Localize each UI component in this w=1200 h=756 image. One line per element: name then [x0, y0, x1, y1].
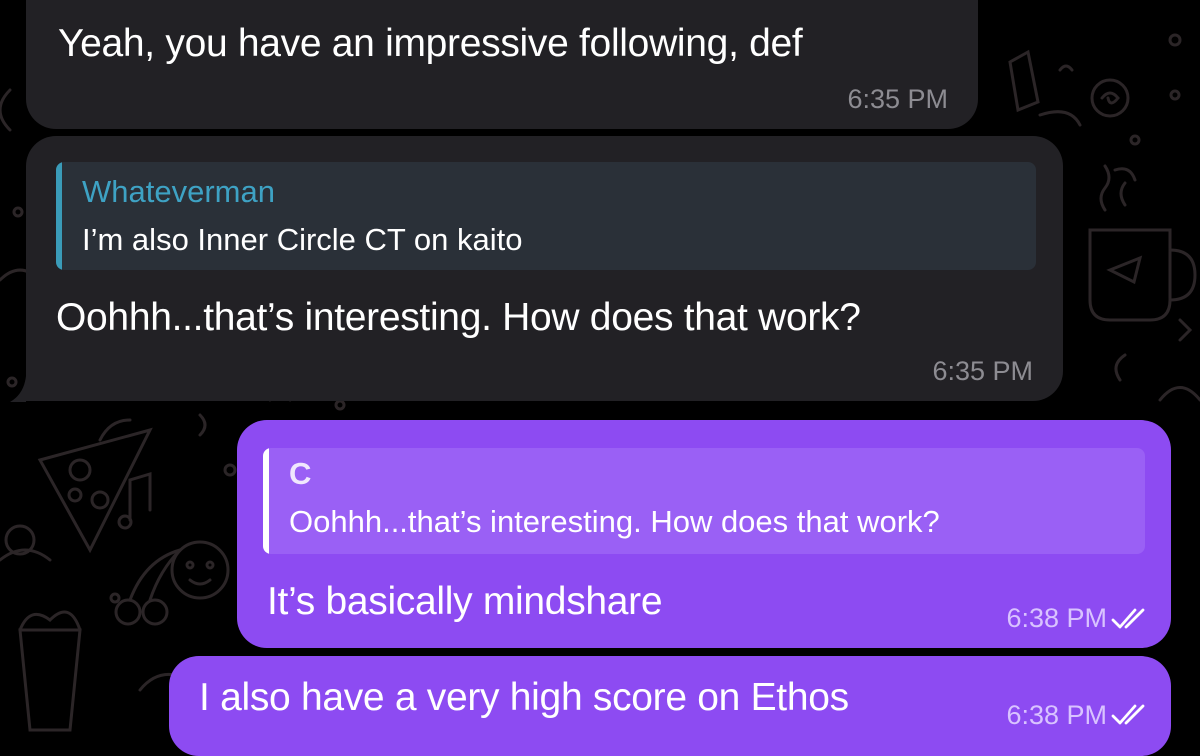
read-double-check-icon	[1111, 704, 1145, 725]
reply-author: C	[289, 456, 312, 491]
pizza-doodle	[37, 427, 153, 554]
mug-doodle	[1088, 228, 1172, 322]
message-time: 6:38 PM	[1006, 700, 1107, 730]
reply-quote[interactable]: Whateverman I’m also Inner Circle CT on …	[56, 162, 1036, 270]
music-note-doodle	[128, 471, 152, 522]
reply-text: Oohhh...that’s interesting. How does tha…	[289, 504, 940, 539]
reply-quote[interactable]: C Oohhh...that’s interesting. How does t…	[263, 448, 1145, 554]
reply-text: I’m also Inner Circle CT on kaito	[82, 222, 523, 257]
message-bubble-outgoing[interactable]: I also have a very high score on Ethos 6…	[169, 656, 1171, 756]
message-text: I also have a very high score on Ethos	[199, 676, 849, 719]
message-text: It’s basically mindshare	[267, 580, 663, 623]
message-text: Yeah, you have an impressive following, …	[58, 22, 803, 65]
message-bubble-incoming[interactable]: Whateverman I’m also Inner Circle CT on …	[26, 136, 1063, 401]
reply-accent-bar	[263, 448, 269, 554]
paper-plane-doodle	[1106, 255, 1143, 285]
popcorn-doodle	[18, 628, 82, 732]
message-time: 6:35 PM	[932, 356, 1033, 386]
bubble-tail-incoming	[10, 376, 26, 402]
face-doodle	[170, 540, 230, 600]
message-time: 6:38 PM	[1006, 603, 1107, 633]
reply-author: Whateverman	[82, 174, 275, 209]
message-time: 6:35 PM	[847, 84, 948, 114]
reply-accent-bar	[56, 162, 62, 270]
swirl-doodle	[1090, 78, 1130, 118]
straw-doodle	[1008, 49, 1040, 113]
message-bubble-outgoing[interactable]: C Oohhh...that’s interesting. How does t…	[237, 420, 1171, 648]
message-text: Oohhh...that’s interesting. How does tha…	[56, 296, 861, 339]
message-bubble-incoming[interactable]: Yeah, you have an impressive following, …	[26, 0, 978, 129]
read-double-check-icon	[1111, 608, 1145, 629]
